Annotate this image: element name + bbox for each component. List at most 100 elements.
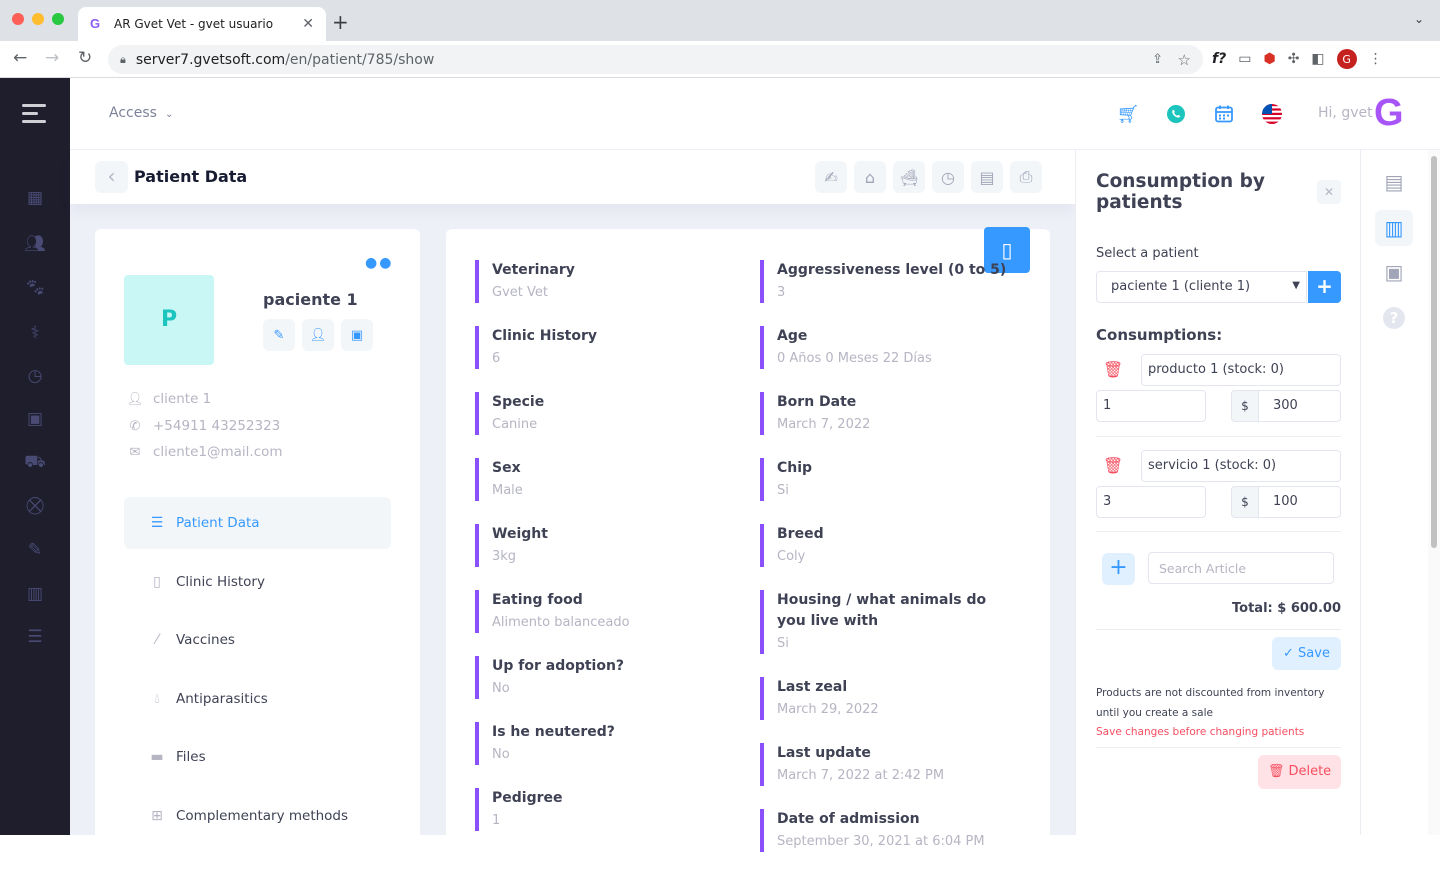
cart-icon[interactable]: ⛒ xyxy=(23,496,47,518)
minimize-window-button[interactable] xyxy=(32,13,44,25)
back-button[interactable]: ‹ xyxy=(95,161,128,193)
nav-files[interactable]: ▬ Files xyxy=(124,731,391,783)
field-value: Si xyxy=(777,636,789,651)
nav-patient-data[interactable]: ☰ Patient Data xyxy=(124,497,391,549)
field-label: Last zeal xyxy=(777,679,848,695)
calendar-icon[interactable] xyxy=(1212,102,1236,126)
forward-arrow-icon[interactable]: → xyxy=(45,48,59,68)
item-name-field[interactable]: producto 1 (stock: 0) xyxy=(1141,354,1341,386)
menu-toggle-icon[interactable] xyxy=(22,104,46,128)
bath-icon: 🛁︎ xyxy=(898,167,920,187)
patient-select[interactable]: paciente 1 (cliente 1) ▼ xyxy=(1096,271,1307,303)
drop-icon: 💧︎ xyxy=(154,690,160,707)
field-value: 1 xyxy=(492,813,501,828)
user-logo-avatar[interactable]: G xyxy=(1374,94,1404,132)
delete-button[interactable]: 🗑︎ Delete xyxy=(1258,755,1341,789)
adblock-extension-icon[interactable]: ⬢ xyxy=(1263,51,1275,67)
field-date-admission: Date of admission September 30, 2021 at 6… xyxy=(760,809,1010,852)
clients-icon[interactable]: 👥︎ xyxy=(23,234,47,256)
trash-icon[interactable]: 🗑︎ xyxy=(1103,360,1123,379)
add-article-button[interactable]: + xyxy=(1102,553,1135,585)
item-qty-field[interactable]: 1 xyxy=(1096,390,1206,422)
back-arrow-icon[interactable]: ← xyxy=(13,48,27,68)
owner-email[interactable]: cliente1@mail.com xyxy=(153,444,283,460)
paw-icon[interactable]: 🐾︎ xyxy=(23,278,47,300)
item-name-field[interactable]: servicio 1 (stock: 0) xyxy=(1141,450,1341,482)
us-flag-icon[interactable] xyxy=(1260,102,1284,126)
schedule-button[interactable]: ▣ xyxy=(341,319,373,351)
tab-search-chevron-icon[interactable]: ⌄ xyxy=(1414,12,1424,26)
tab-title: AR Gvet Vet - gvet usuario xyxy=(114,17,274,31)
access-dropdown[interactable]: Access ⌄ xyxy=(109,105,173,121)
maximize-window-button[interactable] xyxy=(52,13,64,25)
field-value: Male xyxy=(492,483,523,498)
receipt-icon[interactable]: ▥ xyxy=(1375,210,1413,246)
edit-patient-button[interactable]: ✎ xyxy=(263,319,295,351)
close-tab-icon[interactable]: ✕ xyxy=(302,16,314,32)
field-label: Clinic History xyxy=(492,328,597,344)
owner-name[interactable]: cliente 1 xyxy=(153,391,211,407)
search-article-input[interactable]: Search Article xyxy=(1148,552,1334,584)
bookmark-star-icon[interactable]: ☆ xyxy=(1178,51,1191,69)
care-hand-icon[interactable]: ⚕ xyxy=(23,323,47,345)
profile-avatar[interactable]: G xyxy=(1336,49,1357,69)
currency-addon: $ xyxy=(1231,486,1259,518)
more-options-icon[interactable]: ●● xyxy=(365,255,393,271)
patient-name: paciente 1 xyxy=(263,290,358,309)
user-greeting[interactable]: Hi, gvet xyxy=(1318,105,1373,121)
cash-register-icon[interactable]: ▤ xyxy=(1375,164,1413,200)
trash-icon[interactable]: 🗑︎ xyxy=(1103,456,1123,475)
sidepanel-icon[interactable]: ◧ xyxy=(1311,51,1324,67)
close-window-button[interactable] xyxy=(12,13,24,25)
reports-chart-icon[interactable]: ▥ xyxy=(23,584,47,606)
whatsapp-icon[interactable] xyxy=(1164,102,1188,126)
cast-extension-icon[interactable]: ▭ xyxy=(1238,51,1251,67)
help-question-icon[interactable]: ? xyxy=(1375,300,1413,336)
formula-extension-icon[interactable]: f? xyxy=(1212,51,1226,67)
settings-toggle-icon[interactable]: ☰ xyxy=(23,627,47,649)
nav-label: Antiparasitics xyxy=(176,690,268,707)
puzzle-extensions-icon[interactable]: ✣ xyxy=(1288,51,1300,67)
share-icon[interactable]: ⇪ xyxy=(1152,52,1163,67)
clock-button[interactable]: ◷ xyxy=(932,161,964,193)
field-value: March 29, 2022 xyxy=(777,702,879,717)
wrench-icon[interactable]: ✎ xyxy=(23,540,47,562)
subheader-actions: ✍ ⌂ 🛁︎ ◷ ▤ ⎙ xyxy=(815,161,1042,193)
print-button[interactable]: ⎙ xyxy=(1010,161,1042,193)
item-price-field[interactable]: 300 xyxy=(1258,390,1341,422)
dashboard-icon[interactable]: ▦ xyxy=(23,188,47,210)
nav-antiparasitics[interactable]: 💧︎ Antiparasitics xyxy=(124,673,391,725)
owner-row: 👤︎ cliente 1 xyxy=(125,391,212,407)
close-panel-button[interactable]: ✕ xyxy=(1317,180,1341,204)
browser-tab[interactable]: G AR Gvet Vet - gvet usuario ✕ xyxy=(78,7,326,41)
hospital-button[interactable]: ▤ xyxy=(971,161,1003,193)
user-icon: 👤︎ xyxy=(309,327,327,343)
reload-icon[interactable]: ↻ xyxy=(78,48,92,68)
bath-button[interactable]: 🛁︎ xyxy=(893,161,925,193)
add-patient-button[interactable]: + xyxy=(1308,271,1341,303)
shopping-cart-icon[interactable]: 🛒︎ xyxy=(1116,102,1140,126)
url-field[interactable]: 🔒︎ server7.gvetsoft.com/en/patient/785/s… xyxy=(108,45,1203,74)
field-label: Born Date xyxy=(777,394,857,410)
edit-document-button[interactable]: ✍ xyxy=(815,161,847,193)
nav-vaccines[interactable]: ⁄ Vaccines xyxy=(124,614,391,666)
history-clock-icon[interactable]: ◷ xyxy=(23,366,47,388)
new-tab-button[interactable]: + xyxy=(332,10,349,34)
save-button[interactable]: ✓ Save xyxy=(1272,637,1341,670)
field-clinic-history: Clinic History 6 xyxy=(475,326,725,369)
nav-clinic-history[interactable]: ▯ Clinic History xyxy=(124,556,391,608)
delivery-truck-icon[interactable]: ⛟ xyxy=(23,452,47,474)
calendar-clock-icon[interactable]: ▣ xyxy=(1375,254,1413,290)
field-label: Specie xyxy=(492,394,545,410)
calendar-icon[interactable]: ▣ xyxy=(23,409,47,431)
app-topbar: Access ⌄ 🛒︎ Hi, gvet G xyxy=(70,78,1440,150)
mail-icon: ✉ xyxy=(129,444,141,460)
nav-complementary-methods[interactable]: ⊞ Complementary methods xyxy=(124,790,391,842)
item-qty-field[interactable]: 3 xyxy=(1096,486,1206,518)
owner-button[interactable]: 👤︎ xyxy=(302,319,334,351)
home-button[interactable]: ⌂ xyxy=(854,161,886,193)
browser-menu-icon[interactable]: ⋮ xyxy=(1369,51,1383,67)
page-scrollbar[interactable] xyxy=(1428,150,1440,835)
item-price-field[interactable]: 100 xyxy=(1258,486,1341,518)
owner-phone[interactable]: +54911 43252323 xyxy=(153,418,280,434)
